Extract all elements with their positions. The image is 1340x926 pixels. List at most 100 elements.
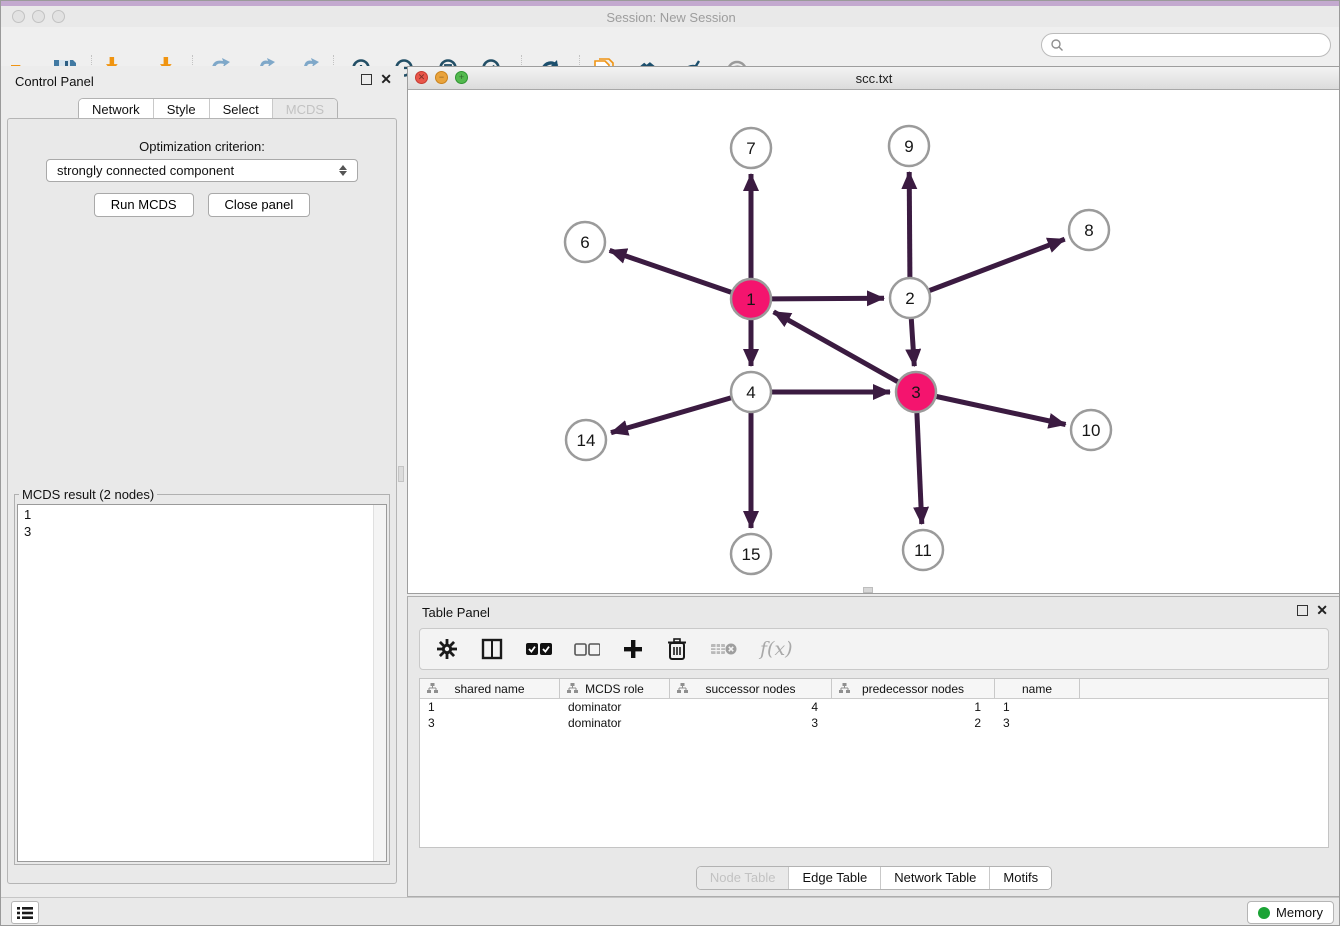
node-11[interactable]: 11 (903, 530, 943, 570)
list-icon (17, 906, 33, 920)
edge-2-9[interactable] (909, 172, 910, 277)
edge-1-6[interactable] (610, 250, 732, 292)
table-cell[interactable]: 3 (670, 716, 832, 730)
close-panel-icon[interactable]: ✕ (380, 74, 392, 85)
titlebar: Session: New Session (1, 6, 1340, 27)
svg-text:3: 3 (911, 383, 920, 402)
tab-motifs[interactable]: Motifs (989, 867, 1051, 889)
table-panel-buttons: ✕ (1297, 605, 1328, 616)
canvas-grip[interactable] (863, 587, 873, 593)
search-icon (1050, 38, 1064, 52)
svg-text:10: 10 (1082, 421, 1101, 440)
node-14[interactable]: 14 (566, 420, 606, 460)
table-toolbar: f(x) (419, 628, 1329, 670)
close-table-panel-icon[interactable]: ✕ (1316, 605, 1328, 616)
column-type-icon (677, 683, 688, 694)
node-10[interactable]: 10 (1071, 410, 1111, 450)
control-panel-buttons: ✕ (361, 74, 392, 85)
node-7[interactable]: 7 (731, 128, 771, 168)
table-row[interactable]: 1dominator411 (420, 699, 1328, 715)
svg-text:7: 7 (746, 139, 755, 158)
svg-text:6: 6 (580, 233, 589, 252)
float-table-panel-icon[interactable] (1297, 605, 1308, 616)
split-panel-icon[interactable] (480, 637, 504, 661)
select-all-icon[interactable] (526, 642, 552, 656)
edge-3-1[interactable] (774, 312, 898, 382)
table-cell[interactable]: 3 (420, 716, 560, 730)
mcds-result-text: 13 (18, 505, 386, 541)
add-column-icon[interactable] (622, 638, 644, 660)
table-cell[interactable]: dominator (560, 716, 670, 730)
splitter-grip[interactable] (398, 466, 404, 482)
edge-3-11[interactable] (917, 413, 922, 524)
run-mcds-button[interactable]: Run MCDS (94, 193, 194, 217)
mcds-result-area[interactable]: 13 (17, 504, 387, 862)
settings-gear-icon[interactable] (436, 638, 458, 660)
dropdown-stepper-icon (339, 165, 347, 176)
network-window-titlebar[interactable]: ✕ − + scc.txt (408, 67, 1340, 90)
node-9[interactable]: 9 (889, 126, 929, 166)
node-4[interactable]: 4 (731, 372, 771, 412)
network-canvas[interactable]: 7 9 6 8 1 2 4 3 14 10 15 11 (408, 90, 1340, 593)
column-header-name[interactable]: name (995, 679, 1080, 698)
task-list-button[interactable] (11, 901, 39, 924)
close-panel-button[interactable]: Close panel (208, 193, 311, 217)
table-header: shared nameMCDS rolesuccessor nodesprede… (420, 679, 1328, 699)
memory-button[interactable]: Memory (1247, 901, 1334, 924)
table-cell[interactable]: 2 (832, 716, 995, 730)
svg-text:15: 15 (742, 545, 761, 564)
node-1[interactable]: 1 (731, 279, 771, 319)
column-header-MCDS-role[interactable]: MCDS role (560, 679, 670, 698)
criterion-dropdown[interactable]: strongly connected component (46, 159, 358, 182)
node-table[interactable]: shared nameMCDS rolesuccessor nodesprede… (419, 678, 1329, 848)
network-graph[interactable]: 7 9 6 8 1 2 4 3 14 10 15 11 (408, 90, 1340, 593)
table-tabgroup: Node TableEdge TableNetwork TableMotifs (696, 866, 1052, 890)
table-cell[interactable]: 4 (670, 700, 832, 714)
edge-1-2[interactable] (772, 298, 884, 299)
status-bar: Memory (1, 897, 1340, 926)
node-6[interactable]: 6 (565, 222, 605, 262)
edge-3-10[interactable] (937, 397, 1066, 425)
mcds-result-group: MCDS result (2 nodes) 13 (14, 487, 390, 865)
svg-text:11: 11 (914, 541, 932, 560)
control-panel: Control Panel ✕ NetworkStyleSelectMCDS O… (1, 66, 404, 897)
node-8[interactable]: 8 (1069, 210, 1109, 250)
table-row[interactable]: 3dominator323 (420, 715, 1328, 731)
application-window: Session: New Session (0, 0, 1340, 926)
float-panel-icon[interactable] (361, 74, 372, 85)
node-3[interactable]: 3 (896, 372, 936, 412)
result-line: 3 (24, 523, 380, 540)
column-header-successor-nodes[interactable]: successor nodes (670, 679, 832, 698)
svg-text:14: 14 (577, 431, 596, 450)
table-cell[interactable]: 3 (995, 716, 1080, 730)
edge-4-14[interactable] (611, 398, 731, 433)
svg-text:9: 9 (904, 137, 913, 156)
table-body: 1dominator4113dominator323 (420, 699, 1328, 731)
mcds-tab-content: Optimization criterion: strongly connect… (7, 118, 397, 884)
table-panel-title: Table Panel (422, 605, 490, 620)
svg-text:1: 1 (746, 290, 755, 309)
function-builder-icon: f(x) (760, 638, 793, 660)
delete-column-icon[interactable] (666, 637, 688, 661)
node-15[interactable]: 15 (731, 534, 771, 574)
main-toolbar (1, 27, 1340, 67)
column-header-shared-name[interactable]: shared name (420, 679, 560, 698)
delete-table-icon (710, 640, 738, 658)
node-2[interactable]: 2 (890, 278, 930, 318)
column-header-predecessor-nodes[interactable]: predecessor nodes (832, 679, 995, 698)
svg-text:8: 8 (1084, 221, 1093, 240)
deselect-all-icon[interactable] (574, 642, 600, 656)
tab-node-table[interactable]: Node Table (697, 867, 789, 889)
search-field[interactable] (1041, 33, 1331, 57)
table-cell[interactable]: 1 (832, 700, 995, 714)
tab-network-table[interactable]: Network Table (880, 867, 989, 889)
network-window: ✕ − + scc.txt 7 9 6 8 1 2 4 3 14 10 15 11 (407, 66, 1340, 594)
result-scrollbar[interactable] (373, 505, 386, 861)
tab-edge-table[interactable]: Edge Table (788, 867, 880, 889)
table-tabs: Node TableEdge TableNetwork TableMotifs (408, 866, 1340, 890)
edge-2-3[interactable] (911, 319, 914, 366)
table-cell[interactable]: 1 (420, 700, 560, 714)
table-cell[interactable]: dominator (560, 700, 670, 714)
edge-2-8[interactable] (930, 239, 1065, 290)
table-cell[interactable]: 1 (995, 700, 1080, 714)
